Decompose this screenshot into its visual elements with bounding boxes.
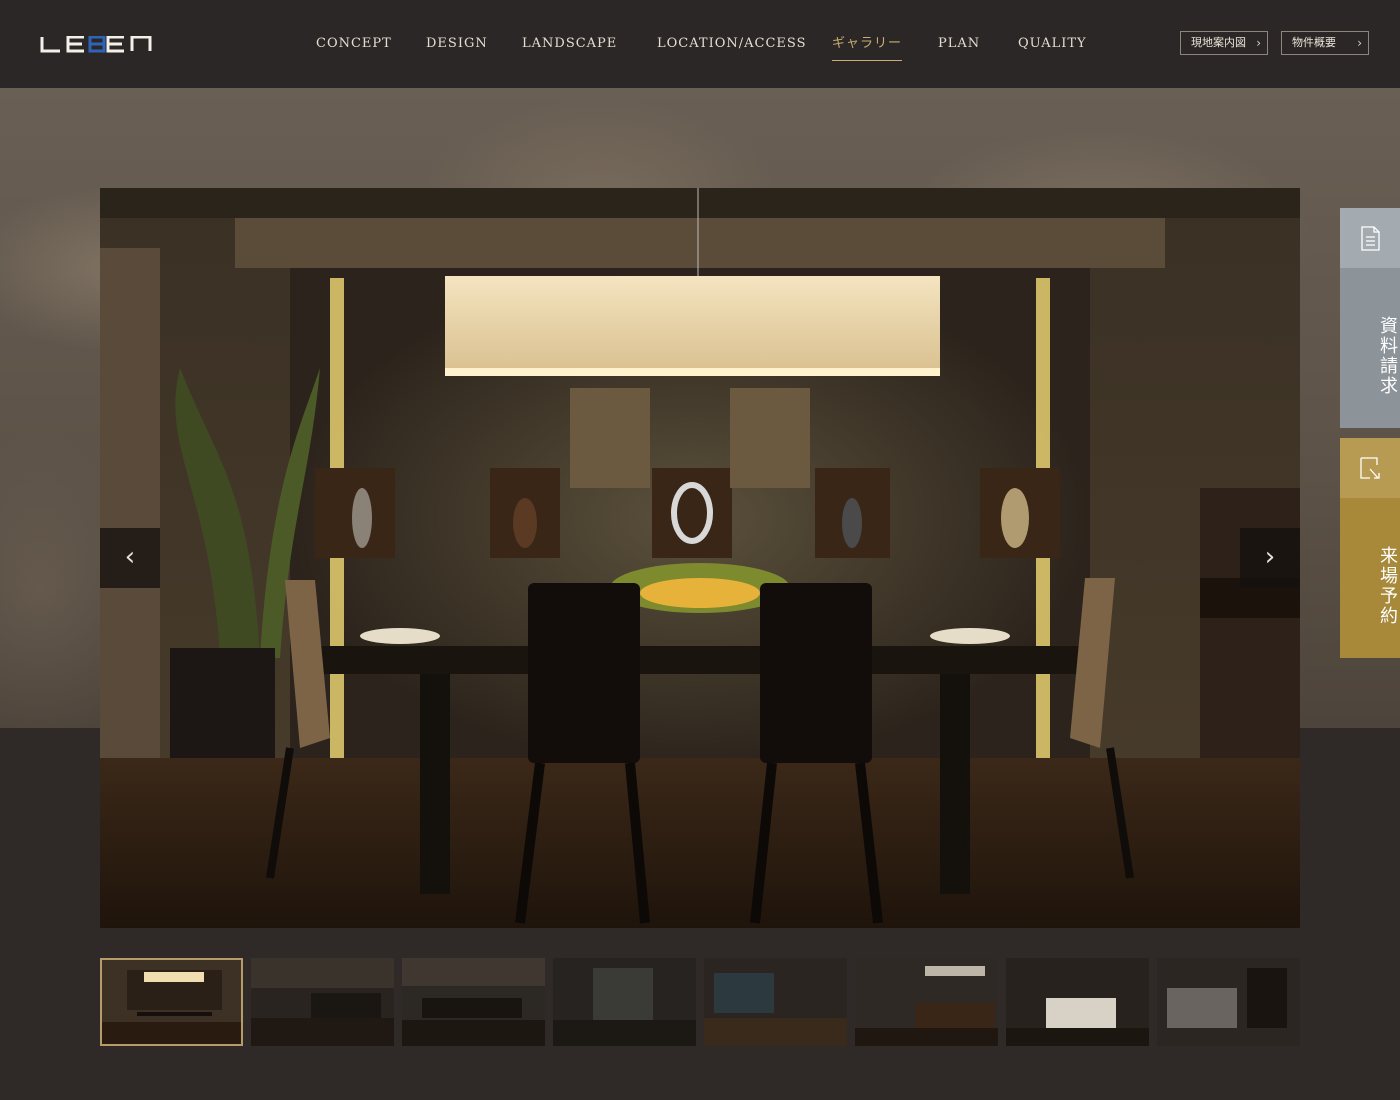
nav-landscape[interactable]: LANDSCAPE <box>522 34 617 56</box>
chevron-left-icon: ‹ <box>124 542 136 572</box>
prev-slide-button[interactable]: ‹ <box>100 528 160 588</box>
leben-logo[interactable] <box>40 36 174 53</box>
nav-gallery[interactable]: ギャラリー <box>832 34 903 61</box>
thumbnail-1[interactable] <box>100 958 243 1046</box>
thumbnail-7[interactable] <box>1006 958 1149 1046</box>
reserve-icon <box>1340 438 1400 498</box>
outline-button[interactable]: 物件概要 › <box>1281 31 1369 55</box>
chevron-right-icon: › <box>1357 36 1362 50</box>
nav-concept[interactable]: CONCEPT <box>316 34 392 56</box>
thumbnail-6[interactable] <box>855 958 998 1046</box>
chevron-right-icon: › <box>1264 542 1276 572</box>
thumbnail-8[interactable] <box>1157 958 1300 1046</box>
thumbnail-2[interactable] <box>251 958 394 1046</box>
site-header: CONCEPT DESIGN LANDSCAPE LOCATION/ACCESS… <box>0 0 1400 88</box>
dining-room-photo <box>100 188 1300 928</box>
visit-reservation-tab[interactable]: 来場予約 <box>1340 438 1400 658</box>
outline-button-label: 物件概要 <box>1292 36 1336 49</box>
thumbnail-3[interactable] <box>402 958 545 1046</box>
nav-design[interactable]: DESIGN <box>426 34 488 56</box>
nav-quality[interactable]: QUALITY <box>1018 34 1087 56</box>
chevron-right-icon: › <box>1256 36 1261 50</box>
next-slide-button[interactable]: › <box>1240 528 1300 588</box>
request-materials-tab[interactable]: 資料請求 <box>1340 208 1400 428</box>
gallery-main-image <box>100 188 1300 928</box>
nav-location-access[interactable]: LOCATION/ACCESS <box>657 34 807 56</box>
request-tab-label: 資料請求 <box>1377 316 1398 396</box>
nav-plan[interactable]: PLAN <box>938 34 980 56</box>
visit-tab-label: 来場予約 <box>1377 546 1398 626</box>
thumbnail-5[interactable] <box>704 958 847 1046</box>
document-icon <box>1340 208 1400 268</box>
map-button-label: 現地案内図 <box>1191 36 1246 49</box>
map-button[interactable]: 現地案内図 › <box>1180 31 1268 55</box>
thumbnail-4[interactable] <box>553 958 696 1046</box>
thumbnail-strip <box>100 958 1300 1046</box>
